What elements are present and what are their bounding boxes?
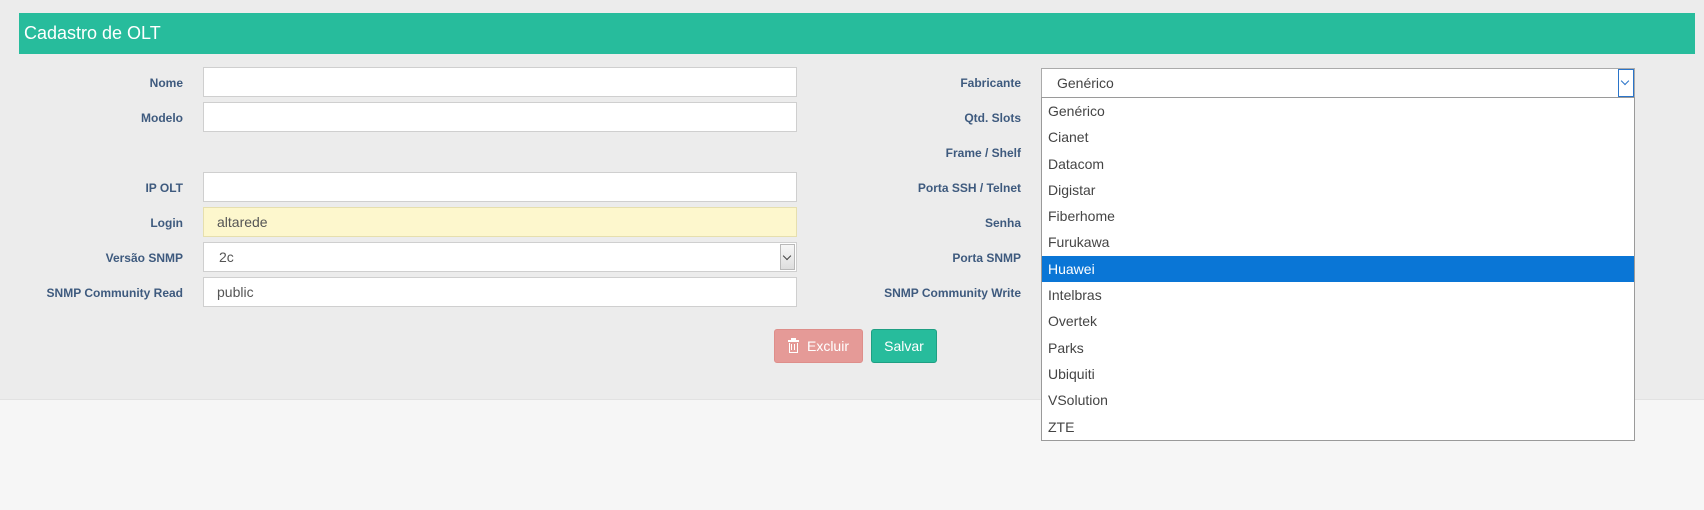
nome-field[interactable] (203, 67, 797, 97)
fabricante-label: Fabricante (960, 76, 1021, 90)
modelo-field[interactable] (203, 102, 797, 132)
fabricante-option[interactable]: Intelbras (1042, 282, 1634, 308)
fabricante-dropdown[interactable]: Genérico Cianet Datacom Digistar Fiberhome Fu… (1041, 97, 1635, 441)
login-field[interactable]: altarede (203, 207, 797, 237)
trash-icon (787, 338, 799, 353)
ip-olt-field[interactable] (203, 172, 797, 202)
versao-snmp-select[interactable]: 2c (203, 242, 797, 272)
save-button[interactable]: Salvar (871, 329, 937, 363)
fabricante-option[interactable]: Ubiquiti (1042, 361, 1634, 387)
fabricante-option[interactable]: Cianet (1042, 124, 1634, 150)
delete-button[interactable]: Excluir (774, 329, 863, 363)
fabricante-value: Genérico (1057, 75, 1114, 91)
porta-snmp-label: Porta SNMP (952, 251, 1021, 265)
fabricante-option[interactable]: Huawei (1042, 255, 1634, 283)
fabricante-select[interactable]: Genérico (1041, 68, 1635, 98)
community-read-label: SNMP Community Read (46, 286, 183, 300)
fabricante-option[interactable]: Fiberhome (1042, 203, 1634, 229)
fabricante-option[interactable]: Genérico (1042, 98, 1634, 124)
fabricante-option[interactable]: VSolution (1042, 387, 1634, 413)
login-label: Login (150, 216, 183, 230)
delete-button-label: Excluir (806, 338, 849, 354)
fabricante-option[interactable]: Datacom (1042, 151, 1634, 177)
fabricante-option[interactable]: Overtek (1042, 308, 1634, 334)
modelo-label: Modelo (141, 111, 183, 125)
community-write-label: SNMP Community Write (884, 286, 1021, 300)
community-read-field[interactable]: public (203, 277, 797, 307)
chevron-down-icon (1620, 76, 1630, 86)
frame-shelf-label: Frame / Shelf (945, 146, 1021, 160)
porta-ssh-label: Porta SSH / Telnet (917, 181, 1021, 195)
senha-label: Senha (984, 216, 1021, 230)
fabricante-option[interactable]: Digistar (1042, 177, 1634, 203)
versao-snmp-arrow[interactable] (780, 244, 795, 270)
fabricante-option[interactable]: ZTE (1042, 414, 1634, 440)
versao-snmp-label: Versão SNMP (105, 251, 183, 265)
page-title: Cadastro de OLT (24, 23, 161, 43)
panel-header: Cadastro de OLT (19, 13, 1695, 54)
nome-label: Nome (149, 76, 183, 90)
chevron-down-icon (782, 251, 792, 261)
versao-snmp-value: 2c (219, 249, 234, 265)
ip-olt-label: IP OLT (145, 181, 183, 195)
fabricante-option[interactable]: Furukawa (1042, 229, 1634, 255)
fabricante-arrow[interactable] (1618, 69, 1634, 97)
fabricante-option[interactable]: Parks (1042, 335, 1634, 361)
qtd-slots-label: Qtd. Slots (964, 111, 1021, 125)
